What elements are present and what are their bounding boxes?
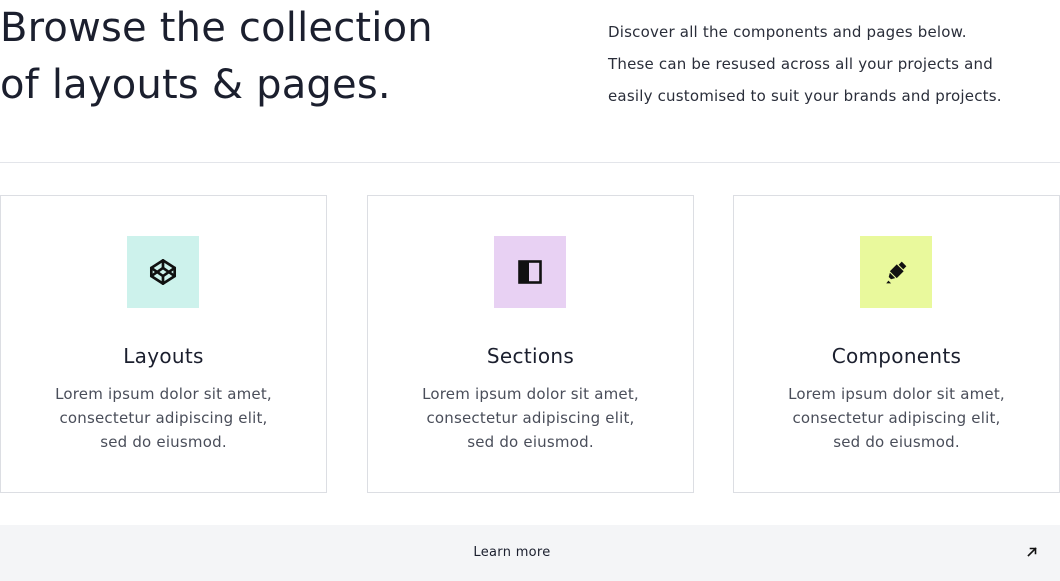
card-layouts[interactable]: Layouts Lorem ipsum dolor sit amet, cons… [0, 195, 327, 493]
arrow-up-right-icon [1027, 547, 1037, 557]
sidebar-layout-icon [518, 260, 542, 284]
hero-description-line-1: Discover all the components and pages be… [608, 23, 967, 41]
card-components[interactable]: Components Lorem ipsum dolor sit amet, c… [733, 195, 1060, 493]
hero-description: Discover all the components and pages be… [608, 16, 1048, 112]
card-icon-tile [860, 236, 932, 308]
page-title: Browse the collection of layouts & pages… [0, 0, 470, 114]
card-description-line: sed do eiusmod. [100, 433, 227, 451]
card-sections[interactable]: Sections Lorem ipsum dolor sit amet, con… [367, 195, 694, 493]
learn-more-label: Learn more [473, 545, 551, 560]
card-description-line: Lorem ipsum dolor sit amet, [55, 385, 272, 403]
learn-more-button[interactable]: Learn more [0, 525, 1060, 581]
card-title: Sections [486, 344, 575, 368]
card-description-line: consectetur adipiscing elit, [426, 409, 635, 427]
card-description-line: Lorem ipsum dolor sit amet, [788, 385, 1005, 403]
marker-icon [886, 261, 907, 284]
card-description-line: consectetur adipiscing elit, [59, 409, 268, 427]
card-description: Lorem ipsum dolor sit amet, consectetur … [1, 382, 326, 454]
divider [0, 162, 1060, 163]
hero-description-line-2: These can be resused across all your pro… [608, 55, 993, 73]
card-description-line: Lorem ipsum dolor sit amet, [422, 385, 639, 403]
card-icon-tile [127, 236, 199, 308]
card-description-line: consectetur adipiscing elit, [792, 409, 1001, 427]
codepen-icon [149, 258, 177, 286]
card-description: Lorem ipsum dolor sit amet, consectetur … [368, 382, 693, 454]
card-description: Lorem ipsum dolor sit amet, consectetur … [734, 382, 1059, 454]
card-description-line: sed do eiusmod. [467, 433, 594, 451]
page-title-line-1: Browse the collection [0, 5, 433, 51]
card-icon-tile [494, 236, 566, 308]
card-description-line: sed do eiusmod. [833, 433, 960, 451]
hero-description-line-3: easily customised to suit your brands an… [608, 87, 1002, 105]
page-title-line-2: of layouts & pages. [0, 62, 391, 108]
page: Browse the collection of layouts & pages… [0, 0, 1060, 581]
card-title: Layouts [123, 344, 204, 368]
card-title: Components [831, 344, 962, 368]
